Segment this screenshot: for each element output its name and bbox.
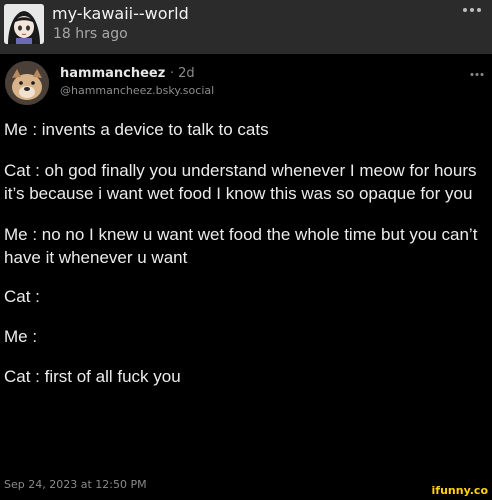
post-more-icon[interactable]: [470, 72, 484, 77]
ifunny-watermark: ifunny.co: [431, 484, 488, 497]
post-paragraph: Me :: [4, 327, 38, 346]
dog-avatar-image: [5, 61, 49, 105]
repost-header: my-kawaii--world 18 hrs ago: [0, 0, 492, 54]
avatar[interactable]: [4, 4, 44, 44]
post-paragraph: Me : invents a device to talk to cats: [4, 120, 269, 139]
more-options-icon[interactable]: [462, 6, 482, 14]
repost-timestamp: 18 hrs ago: [53, 26, 128, 42]
screenshot: my-kawaii--world 18 hrs ago hammancheez …: [0, 0, 492, 500]
post-avatar[interactable]: [5, 61, 49, 105]
post-paragraph: Cat :: [4, 287, 40, 306]
display-name[interactable]: hammancheez: [60, 66, 165, 81]
post-date: Sep 24, 2023 at 12:50 PM: [4, 478, 147, 491]
post-paragraph: Me : no no I knew u want wet food the wh…: [4, 225, 478, 267]
post-author-name[interactable]: hammancheez · 2d: [60, 66, 195, 81]
post-paragraph: Cat : oh god finally you understand when…: [4, 161, 477, 203]
post-paragraph: Cat : first of all fuck you: [4, 367, 181, 386]
post-body: Me : invents a device to talk to cats Ca…: [4, 118, 488, 388]
anime-avatar-image: [4, 4, 44, 44]
post-handle[interactable]: @hammancheez.bsky.social: [60, 84, 214, 97]
repost-username[interactable]: my-kawaii--world: [52, 5, 189, 23]
post-age: · 2d: [169, 66, 195, 81]
